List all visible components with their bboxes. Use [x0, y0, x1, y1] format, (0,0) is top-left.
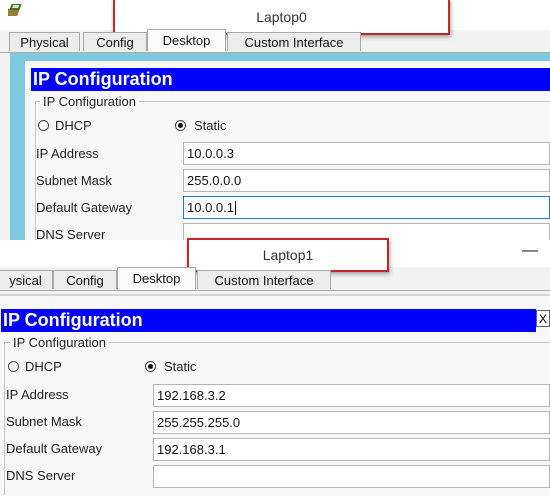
dhcp-radio[interactable] [38, 120, 49, 131]
default-gateway-label: Default Gateway [36, 200, 133, 215]
tab-physical[interactable]: ysical [0, 270, 53, 289]
panel-title: IP Configuration [1, 309, 536, 332]
ip-address-input[interactable]: 10.0.0.3 [183, 142, 550, 165]
tab-config[interactable]: Config [53, 270, 117, 289]
tab-config[interactable]: Config [83, 32, 147, 51]
group-label: IP Configuration [40, 94, 139, 109]
window-title: Laptop1 [187, 238, 389, 272]
default-gateway-input[interactable]: 10.0.0.1 [183, 196, 550, 219]
default-gateway-value: 10.0.0.1 [187, 200, 234, 215]
static-radio[interactable] [145, 361, 156, 372]
subnet-mask-input[interactable]: 255.255.255.0 [153, 411, 550, 434]
subnet-mask-label: Subnet Mask [36, 173, 112, 188]
minimize-icon[interactable]: — [522, 242, 538, 260]
static-label: Static [194, 118, 227, 133]
panel-title: IP Configuration [31, 68, 550, 91]
ip-address-input[interactable]: 192.168.3.2 [153, 384, 550, 407]
default-gateway-label: Default Gateway [6, 441, 103, 456]
laptop0-window: Laptop0 Physical Config Desktop Custom I… [0, 0, 550, 251]
dhcp-radio[interactable] [8, 361, 19, 372]
packet-tracer-app-icon [8, 4, 22, 16]
tab-custom-interface[interactable]: Custom Interface [227, 32, 361, 51]
tab-bar: ysical Config Desktop Custom Interface [0, 267, 550, 291]
tab-physical[interactable]: Physical [9, 32, 80, 51]
tab-desktop[interactable]: Desktop [117, 267, 196, 290]
text-caret [235, 200, 236, 215]
default-gateway-input[interactable]: 192.168.3.1 [153, 438, 550, 461]
dhcp-label: DHCP [55, 118, 92, 133]
subnet-mask-input[interactable]: 255.0.0.0 [183, 169, 550, 192]
subnet-mask-label: Subnet Mask [6, 414, 82, 429]
close-icon[interactable]: X [536, 310, 550, 327]
dns-server-input[interactable] [153, 465, 550, 488]
tab-bar: Physical Config Desktop Custom Interface [0, 29, 550, 53]
ip-address-label: IP Address [36, 146, 99, 161]
dhcp-label: DHCP [25, 359, 62, 374]
laptop1-window: Laptop1 — ysical Config Desktop Custom I… [0, 238, 550, 496]
group-label: IP Configuration [10, 335, 109, 350]
ip-address-label: IP Address [6, 387, 69, 402]
dns-server-label: DNS Server [6, 468, 76, 483]
title-bar: Laptop1 — [0, 238, 550, 272]
tab-custom-interface[interactable]: Custom Interface [197, 270, 331, 289]
static-label: Static [164, 359, 197, 374]
static-radio[interactable] [175, 120, 186, 131]
title-bar: Laptop0 [0, 0, 550, 35]
tab-desktop[interactable]: Desktop [147, 29, 226, 52]
